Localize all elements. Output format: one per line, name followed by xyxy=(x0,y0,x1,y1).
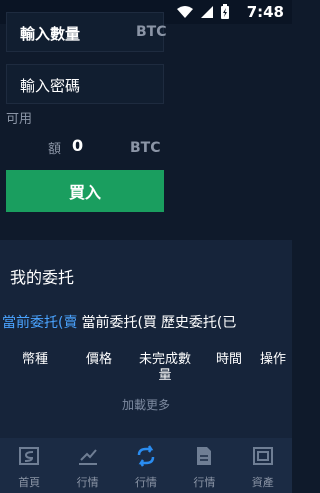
col-remaining: 未完成數量 xyxy=(138,352,191,383)
status-icons xyxy=(176,4,230,20)
battery-icon xyxy=(221,4,229,19)
password-placeholder: 輸入密碼 xyxy=(20,77,81,95)
orders-title: 我的委托 xyxy=(10,268,75,287)
wifi-icon xyxy=(177,6,193,18)
col-action: 操作 xyxy=(259,352,286,367)
trade-form: 輸入數量 BTC 輸入密碼 可用 額 0 BTC 買入 xyxy=(0,12,292,232)
amount-label: 額 xyxy=(48,142,62,157)
col-price: 價格 xyxy=(85,352,112,367)
exchange-icon xyxy=(137,445,155,467)
orders-tabs: 當前委托(賣 當前委托(買 歷史委托(已 xyxy=(0,312,292,336)
signal-icon xyxy=(201,6,213,18)
quantity-unit: BTC xyxy=(136,24,167,40)
bottom-navbar: 首頁 行情 行情 行情 資產 xyxy=(0,438,292,493)
status-time: 7:48 xyxy=(246,3,284,21)
wallet-icon xyxy=(252,447,273,465)
tab-current-sell[interactable]: 當前委托(賣 xyxy=(0,312,81,336)
nav-market-1-label: 行情 xyxy=(76,476,99,489)
orders-table-header: 幣種 價格 未完成數量 時間 操作 xyxy=(0,352,292,396)
orders-panel: 我的委托 當前委托(賣 當前委托(買 歷史委托(已 幣種 價格 未完成數量 時間… xyxy=(0,240,292,438)
nav-home[interactable]: 首頁 xyxy=(0,438,58,490)
nav-assets-label: 資產 xyxy=(251,476,274,489)
password-input[interactable]: 輸入密碼 xyxy=(6,64,164,104)
nav-market-3-label: 行情 xyxy=(193,476,216,489)
nav-market-2-label: 行情 xyxy=(134,476,157,489)
nav-market-3[interactable]: 行情 xyxy=(175,438,233,490)
market-icon xyxy=(78,449,97,465)
amount-unit: BTC xyxy=(130,140,161,156)
available-label: 可用 xyxy=(6,112,33,127)
tab-current-buy[interactable]: 當前委托(買 xyxy=(81,312,160,336)
col-time: 時間 xyxy=(215,352,242,367)
quantity-placeholder: 輸入數量 xyxy=(20,25,81,43)
home-logo-icon xyxy=(19,447,40,465)
tab-history[interactable]: 歷史委托(已 xyxy=(161,312,240,336)
load-more-button[interactable]: 加載更多 xyxy=(0,396,292,413)
nav-market-2[interactable]: 行情 xyxy=(117,438,175,490)
amount-value: 0 xyxy=(72,136,84,155)
buy-button[interactable]: 買入 xyxy=(6,170,164,212)
col-type: 幣種 xyxy=(21,352,48,367)
nav-market-1[interactable]: 行情 xyxy=(59,438,117,490)
nav-home-label: 首頁 xyxy=(18,476,41,489)
nav-assets[interactable]: 資產 xyxy=(234,438,292,490)
document-icon xyxy=(197,447,212,465)
